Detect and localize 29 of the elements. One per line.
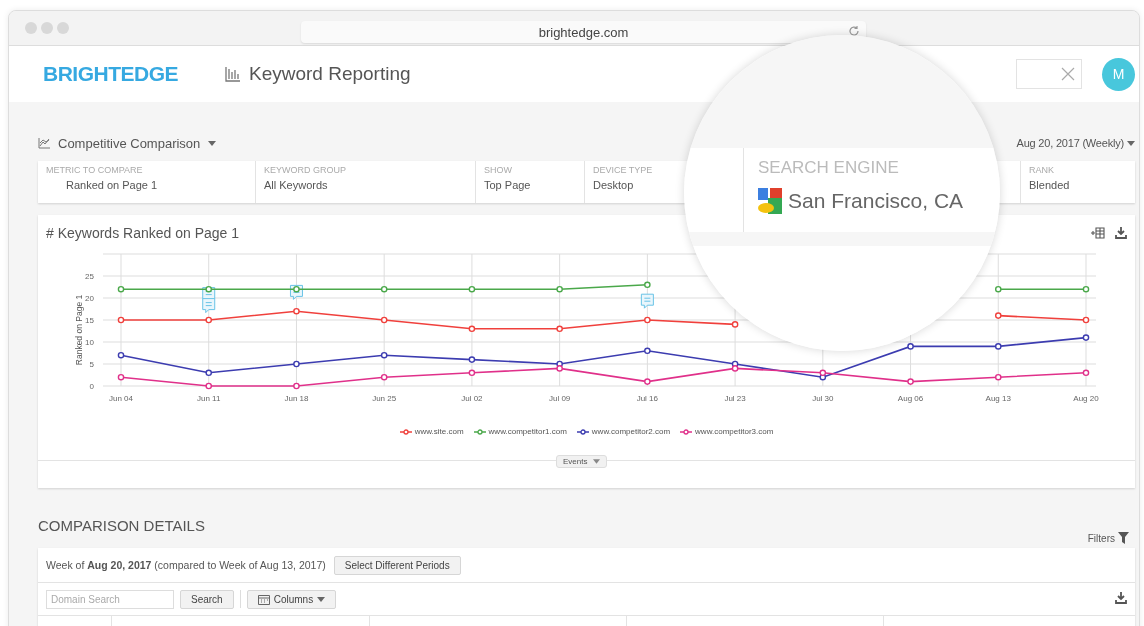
y-tick-label: 20: [85, 294, 94, 303]
y-tick-label: 0: [89, 382, 94, 391]
y-tick-label: 5: [89, 360, 94, 369]
x-tick-label: Jul 09: [548, 394, 571, 403]
filter-label: KEYWORD GROUP: [264, 165, 347, 175]
filter-label: SHOW: [484, 165, 513, 175]
x-tick-label: Aug 06: [897, 394, 924, 403]
x-tick-label: Jun 04: [109, 394, 133, 403]
filter-label: DEVICE TYPE: [593, 165, 654, 175]
x-tick-label: Aug 13: [985, 394, 1011, 403]
y-tick-label: 10: [85, 338, 94, 347]
x-tick-label: Jul 23: [724, 394, 746, 403]
filter-label: RANK: [1029, 165, 1055, 175]
filter-label: METRIC TO COMPARE: [46, 165, 144, 175]
chart-title: # Keywords Ranked on Page 1: [46, 225, 239, 241]
page-title: Keyword Reporting: [249, 63, 411, 85]
y-tick-label: 15: [85, 316, 94, 325]
x-tick-label: Aug 20: [1073, 394, 1099, 403]
x-tick-label: Jul 02: [461, 394, 483, 403]
section-heading: COMPARISON DETAILS: [38, 517, 205, 536]
x-tick-label: Jul 30: [812, 394, 834, 403]
y-tick-label: 25: [85, 272, 94, 281]
x-tick-label: Jun 11: [197, 394, 221, 403]
period-text: Week of Aug 20, 2017 (compared to Week of Aug 13, 2017): [46, 559, 326, 571]
filter-label: SEARCH ENGINE: [758, 158, 900, 178]
y-axis-title: Ranked on Page 1: [74, 294, 84, 366]
x-tick-label: Jun 25: [372, 394, 397, 403]
x-tick-label: Jun 18: [284, 394, 309, 403]
x-tick-label: Jul 16: [636, 394, 659, 403]
